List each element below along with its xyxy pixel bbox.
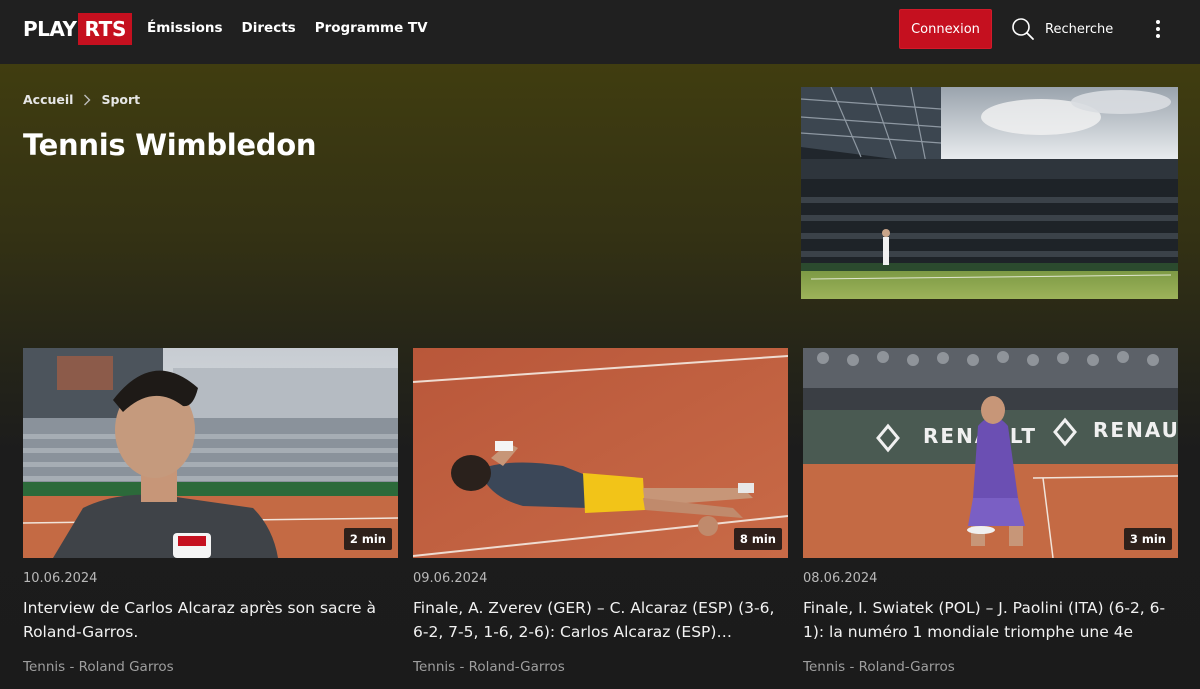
video-thumbnail[interactable]: 2 min [23, 348, 398, 558]
hero-image [801, 87, 1178, 299]
video-date: 09.06.2024 [413, 571, 488, 586]
duration-badge: 8 min [733, 528, 782, 550]
duration-badge: 3 min [1123, 528, 1172, 550]
top-navigation-bar: PLAY RTS Émissions Directs Programme TV … [0, 0, 1200, 64]
nav-item-directs[interactable]: Directs [242, 20, 296, 36]
search-label: Recherche [1045, 21, 1114, 37]
video-category[interactable]: Tennis - Roland-Garros [803, 659, 1178, 675]
video-card[interactable]: RENAULT RENAU 3 min 08.06.2024 Finale, I… [803, 348, 1178, 675]
video-category[interactable]: Tennis - Roland-Garros [413, 659, 788, 675]
video-thumbnail[interactable]: RENAULT RENAU 3 min [803, 348, 1178, 558]
logo-rts-badge: RTS [78, 13, 133, 45]
breadcrumb-item-sport[interactable]: Sport [101, 92, 140, 107]
video-category[interactable]: Tennis - Roland Garros [23, 659, 398, 675]
video-title[interactable]: Finale, A. Zverev (GER) – C. Alcaraz (ES… [413, 596, 788, 644]
play-rts-logo[interactable]: PLAY RTS [23, 13, 133, 45]
video-title[interactable]: Interview de Carlos Alcaraz après son sa… [23, 596, 398, 644]
login-button[interactable]: Connexion [899, 9, 992, 49]
video-card[interactable]: 2 min 10.06.2024 Interview de Carlos Alc… [23, 348, 398, 675]
svg-text:RENAU: RENAU [1093, 418, 1178, 442]
duration-badge: 2 min [343, 528, 392, 550]
search-icon [1012, 18, 1034, 40]
page-title: Tennis Wimbledon [23, 128, 317, 162]
video-date: 10.06.2024 [23, 571, 98, 586]
breadcrumb: Accueil Sport [23, 92, 140, 107]
nav-item-programme-tv[interactable]: Programme TV [315, 20, 428, 36]
chevron-right-icon [84, 94, 91, 105]
video-title[interactable]: Finale, I. Swiatek (POL) – J. Paolini (I… [803, 596, 1178, 644]
nav-item-emissions[interactable]: Émissions [147, 20, 223, 36]
main-nav: Émissions Directs Programme TV [147, 0, 428, 56]
video-thumbnail[interactable]: 8 min [413, 348, 788, 558]
logo-play-text: PLAY [23, 17, 77, 41]
more-options-icon[interactable] [1150, 16, 1166, 42]
search-button[interactable]: Recherche [1011, 16, 1113, 42]
video-date: 08.06.2024 [803, 571, 878, 586]
breadcrumb-item-home[interactable]: Accueil [23, 92, 73, 107]
video-card[interactable]: 8 min 09.06.2024 Finale, A. Zverev (GER)… [413, 348, 788, 675]
